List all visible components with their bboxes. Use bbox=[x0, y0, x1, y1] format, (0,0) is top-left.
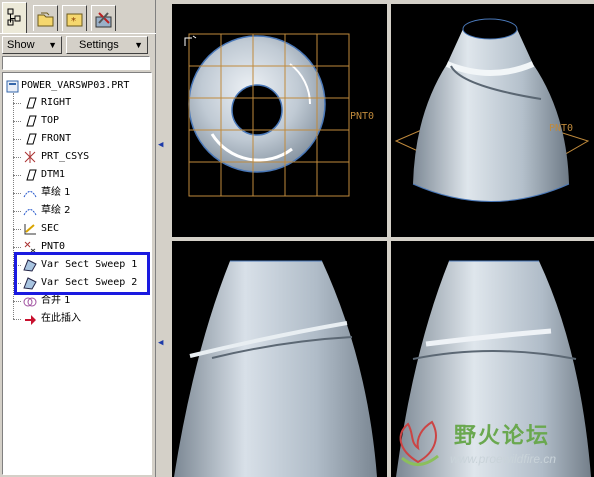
settings-dropdown[interactable]: Settings ▼ bbox=[66, 36, 148, 54]
section-icon bbox=[24, 224, 36, 235]
model-tree-panel: * Show ▼ Settings ▼ POWER_VARSWP03.PRT R… bbox=[0, 0, 156, 477]
svg-text:*: * bbox=[71, 16, 76, 27]
selection-highlight-box bbox=[14, 252, 150, 295]
tree-item-label: 在此插入 bbox=[41, 313, 81, 324]
datum-plane-icon bbox=[26, 169, 37, 181]
tree-item-label: 草绘 2 bbox=[41, 205, 71, 216]
part-icon bbox=[6, 80, 19, 93]
front-closeup-graphic bbox=[174, 260, 377, 477]
favorites-icon: * bbox=[66, 13, 83, 27]
tree-root-label: POWER_VARSWP03.PRT bbox=[21, 80, 130, 91]
tree-filter-field[interactable] bbox=[2, 56, 150, 70]
datum-point-label: PNT0 bbox=[549, 123, 574, 134]
sketch-icon bbox=[23, 209, 37, 216]
tree-item-label: DTM1 bbox=[41, 169, 66, 180]
csys-icon bbox=[24, 151, 36, 163]
viewport-isometric[interactable]: PNT0 bbox=[391, 4, 594, 237]
watermark-title: 野火论坛 bbox=[454, 424, 551, 449]
watermark-logo-icon bbox=[399, 420, 439, 466]
datum-plane-icon bbox=[26, 115, 37, 127]
tree-item-label: 合并 1 bbox=[41, 295, 71, 306]
chevron-down-icon: ▼ bbox=[134, 40, 143, 50]
model-tree: POWER_VARSWP03.PRT RIGHT TOP FRONT PRT_C… bbox=[2, 72, 152, 475]
insert-here-icon bbox=[25, 315, 36, 325]
tree-item-label: PRT_CSYS bbox=[41, 151, 90, 162]
datum-point-label: PNT0 bbox=[350, 111, 375, 122]
tab-folder-browser[interactable] bbox=[33, 5, 58, 31]
panel-splitter[interactable]: ◀ ◀ bbox=[156, 0, 170, 477]
show-label: Show bbox=[7, 39, 35, 51]
sketch-icon bbox=[23, 191, 37, 198]
tree-item-label: RIGHT bbox=[41, 97, 72, 108]
navigator-tabs: * bbox=[0, 0, 156, 33]
tree-item-label: 草绘 1 bbox=[41, 187, 71, 198]
collapse-arrow-icon[interactable]: ◀ bbox=[158, 140, 163, 150]
collapse-arrow-icon[interactable]: ◀ bbox=[158, 338, 163, 348]
tab-tools[interactable] bbox=[91, 5, 116, 31]
settings-label: Settings bbox=[79, 39, 119, 51]
tree-item-label: FRONT bbox=[41, 133, 72, 144]
tree-toolbar: Show ▼ Settings ▼ bbox=[0, 33, 156, 55]
tab-favorites[interactable]: * bbox=[62, 5, 87, 31]
isometric-graphic bbox=[394, 18, 590, 202]
viewport-front-closeup[interactable] bbox=[172, 241, 387, 477]
viewport-top-view[interactable]: PNT0 bbox=[172, 4, 387, 237]
watermark-url: www.proewildfire.cn bbox=[450, 452, 557, 466]
folder-icon bbox=[37, 12, 54, 27]
model-tree-icon bbox=[7, 8, 21, 26]
forum-watermark: 野火论坛 www.proewildfire.cn bbox=[384, 408, 594, 477]
datum-plane-icon bbox=[26, 133, 37, 145]
tree-item-label: SEC bbox=[41, 223, 60, 234]
tools-icon bbox=[95, 12, 112, 28]
tree-item-label: TOP bbox=[41, 115, 60, 126]
chevron-down-icon: ▼ bbox=[48, 40, 57, 50]
datum-plane-icon bbox=[26, 97, 37, 109]
show-dropdown[interactable]: Show ▼ bbox=[2, 36, 62, 54]
merge-icon bbox=[23, 297, 37, 307]
tab-model-tree[interactable] bbox=[2, 2, 27, 33]
